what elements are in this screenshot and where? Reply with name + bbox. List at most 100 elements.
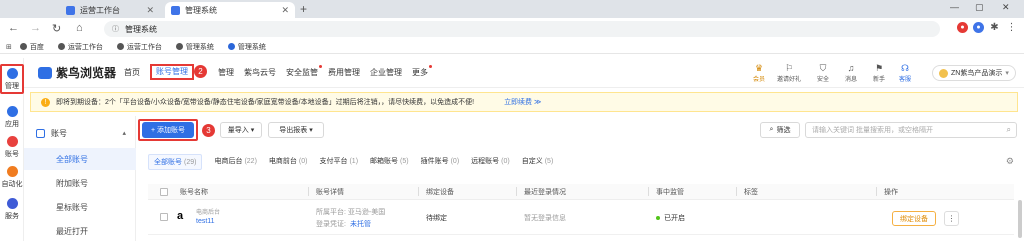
scrollbar[interactable] [1018, 200, 1022, 238]
toolbar: + 添加账号 3 量导入 ▾ 导出报表 ▾ ⌕ 筛选 请输入关键词 批量搜索用，或… [138, 119, 1020, 141]
sidebar-group-accounts[interactable]: 账号 ▴ [24, 122, 136, 144]
info-icon[interactable]: ⓘ [112, 24, 119, 34]
bookmark[interactable]: 运营工作台 [116, 42, 162, 52]
tab-label: 运营工作台 [80, 5, 120, 15]
tab-remote[interactable]: 远程账号 (0) [471, 154, 510, 170]
account-type-tabs: 全部账号 (29) 电商后台 (22) 电商前台 (0) 支付平台 (1) 邮箱账号 (5… [148, 154, 565, 170]
gear-icon[interactable]: ⚙ [1006, 156, 1014, 167]
sidebar-item-extra-accounts[interactable]: 附加账号 [24, 172, 136, 194]
rail-item-apps[interactable]: 应用 [0, 106, 24, 129]
nav-more[interactable]: 更多 [412, 65, 432, 80]
minimize-icon[interactable]: — [950, 2, 959, 12]
table-row: a 电商后台 test11 所属平台: 亚马逊-美国 登录凭证: 未托管 待绑定… [148, 201, 1014, 235]
sidebar-item-recent[interactable]: 最近打开 [24, 220, 136, 241]
back-icon[interactable]: ← [8, 22, 19, 34]
filter-button[interactable]: ⌕ 筛选 [760, 122, 800, 138]
more-actions-button[interactable]: ⋮ [944, 211, 959, 226]
tab-plugin[interactable]: 插件账号 (0) [421, 154, 460, 170]
home-icon[interactable]: ⌂ [76, 22, 83, 34]
select-all-checkbox[interactable] [160, 188, 168, 196]
rail-item-automation[interactable]: 自动化 [0, 166, 24, 189]
notification-dot [319, 65, 322, 68]
tab-custom[interactable]: 自定义 (5) [522, 154, 554, 170]
nav-security[interactable]: 安全监管 [286, 65, 322, 80]
security-button[interactable]: ⛉ 安全 [810, 63, 836, 83]
tab-all[interactable]: 全部账号 (29) [148, 154, 203, 170]
reload-icon[interactable]: ↻ [52, 22, 61, 35]
maximize-icon[interactable]: ▢ [975, 2, 984, 13]
top-nav: 首页 账号管理 管理 紫鸟云号 安全监管 费用管理 企业管理 更多 [124, 64, 438, 80]
browser-tab-ops[interactable]: 运营工作台 ✕ [60, 2, 160, 18]
renew-link[interactable]: 立即续费 ≫ [504, 97, 541, 107]
url-text: 管理系统 [125, 24, 157, 34]
headset-icon: ☊ [901, 63, 909, 73]
extension-icon[interactable]: ● [973, 22, 984, 33]
bookmark[interactable]: 运营工作台 [57, 42, 103, 52]
platform-info: 所属平台: 亚马逊-美国 [316, 209, 386, 216]
col-tags: 标签 [744, 189, 758, 196]
apps-icon[interactable]: ⊞ [6, 43, 12, 51]
bookmark[interactable]: 管理系统 [227, 42, 266, 52]
filter-icon: ⌕ [769, 126, 774, 133]
tab-ecom-frontend[interactable]: 电商前台 (0) [269, 154, 308, 170]
account-name-link[interactable]: test11 [196, 218, 215, 225]
robot-icon [6, 166, 18, 177]
column-divider [308, 187, 309, 196]
rail-item-service[interactable]: 服务 [0, 198, 24, 221]
account-type: 电商后台 [196, 210, 221, 216]
support-button[interactable]: ☊ 客服 [892, 63, 918, 83]
message-button[interactable]: ♫ 消息 [838, 63, 864, 83]
batch-import-button[interactable]: 量导入 ▾ [220, 122, 262, 138]
nav-cloud[interactable]: 紫鸟云号 [244, 67, 276, 80]
newbie-button[interactable]: ⚑ 新手 [866, 63, 892, 83]
col-actions: 操作 [884, 189, 898, 196]
nav-enterprise[interactable]: 企业管理 [370, 67, 402, 80]
org-switcher[interactable]: ZN紫鸟产品演示 ▾ [932, 65, 1016, 81]
puzzle-icon[interactable]: ✱ [989, 22, 1000, 33]
close-icon[interactable]: ✕ [281, 5, 289, 16]
account-list-card: 全部账号 (29) 电商后台 (22) 电商前台 (0) 支付平台 (1) 邮箱账号 (5… [140, 146, 1018, 241]
col-last-login: 最近登录情况 [524, 189, 566, 196]
bookmark[interactable]: 百度 [19, 42, 44, 52]
extension-icon[interactable]: ● [957, 22, 968, 33]
nav-account-manage[interactable]: 账号管理 [150, 64, 194, 80]
tab-favicon-icon [171, 5, 180, 15]
column-divider [736, 187, 737, 196]
device-status: 待绑定 [426, 215, 447, 222]
account-sidebar: 账号 ▴ 全部账号 附加账号 星标账号 最近打开 [24, 116, 136, 241]
bookmark[interactable]: 管理系统 [175, 42, 214, 52]
amazon-icon: a [176, 210, 184, 222]
invite-button[interactable]: ⚐ 邀请好礼 [776, 63, 802, 83]
search-icon[interactable]: ⌕ [1007, 125, 1011, 135]
tab-ecom-backend[interactable]: 电商后台 (22) [214, 154, 256, 170]
nav-manage[interactable]: 管理 [218, 67, 234, 80]
tab-payment[interactable]: 支付平台 (1) [319, 154, 358, 170]
close-icon[interactable]: ✕ [146, 5, 154, 16]
row-checkbox[interactable] [160, 213, 168, 221]
rail-item-accounts[interactable]: 账号 [0, 136, 24, 159]
tab-email[interactable]: 邮箱账号 (5) [370, 154, 409, 170]
bind-device-button[interactable]: 绑定设备 [892, 211, 936, 226]
logo-icon [38, 66, 52, 79]
new-tab-icon[interactable]: + [300, 2, 307, 16]
add-account-button[interactable]: + 添加账号 [142, 122, 194, 138]
nav-billing[interactable]: 费用管理 [328, 67, 360, 80]
vip-button[interactable]: ♛ 会员 [746, 63, 772, 83]
step-marker-3: 3 [202, 124, 215, 137]
credential-link[interactable]: 未托管 [350, 219, 371, 229]
tab-label: 管理系统 [185, 5, 217, 15]
col-monitor: 事中监管 [656, 189, 684, 196]
url-bar[interactable]: ⓘ 管理系统 [104, 21, 940, 37]
sidebar-item-starred[interactable]: 星标账号 [24, 196, 136, 218]
rail-item-manage[interactable]: 管理 [0, 64, 24, 94]
browser-tab-admin[interactable]: 管理系统 ✕ [165, 2, 295, 18]
col-account-name: 账号名称 [180, 189, 208, 196]
search-input[interactable]: 请输入关键词 批量搜索用，或空格隔开 ⌕ [805, 122, 1017, 138]
nav-home[interactable]: 首页 [124, 67, 140, 80]
menu-kebab-icon[interactable]: ⋮ [1006, 22, 1017, 33]
service-icon [6, 198, 18, 209]
forward-icon[interactable]: → [30, 22, 41, 34]
window-close-icon[interactable]: ✕ [1002, 2, 1010, 13]
export-report-button[interactable]: 导出报表 ▾ [268, 122, 324, 138]
sidebar-item-all-accounts[interactable]: 全部账号 [24, 148, 136, 170]
